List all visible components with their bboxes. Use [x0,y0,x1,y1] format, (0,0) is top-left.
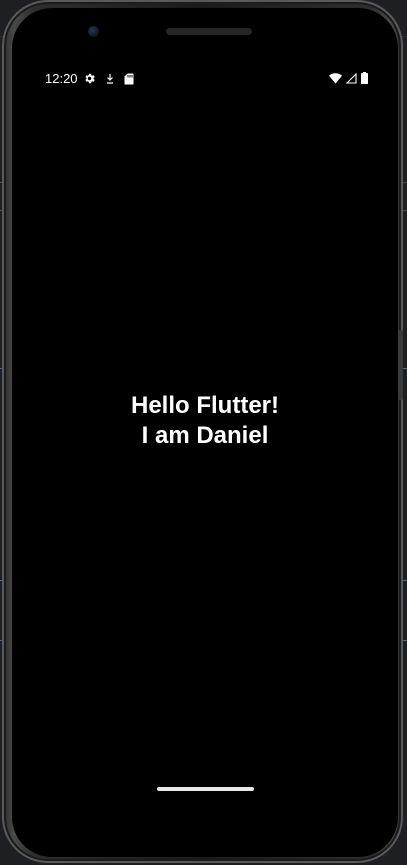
status-bar: 12:20 [12,70,398,88]
name-text: I am Daniel [141,422,269,449]
sd-card-icon [124,73,134,85]
front-camera [88,26,99,37]
phone-frame: 12:20 Hello Flutter! I am Daniel [2,0,403,863]
gesture-nav-handle[interactable] [157,787,254,791]
settings-gear-icon [83,72,96,85]
earpiece-speaker [166,28,252,35]
status-time: 12:20 [45,71,78,86]
status-notification-icons [83,72,134,85]
battery-icon [361,72,368,84]
wifi-icon [329,72,342,84]
app-body: Hello Flutter! I am Daniel [12,391,398,451]
status-system-icons [329,72,368,84]
download-arrow-icon [105,73,115,85]
power-button[interactable] [398,330,403,400]
greeting-text: Hello Flutter! [131,392,279,419]
phone-screen: 12:20 Hello Flutter! I am Daniel [12,8,398,857]
cell-signal-icon [346,72,357,84]
